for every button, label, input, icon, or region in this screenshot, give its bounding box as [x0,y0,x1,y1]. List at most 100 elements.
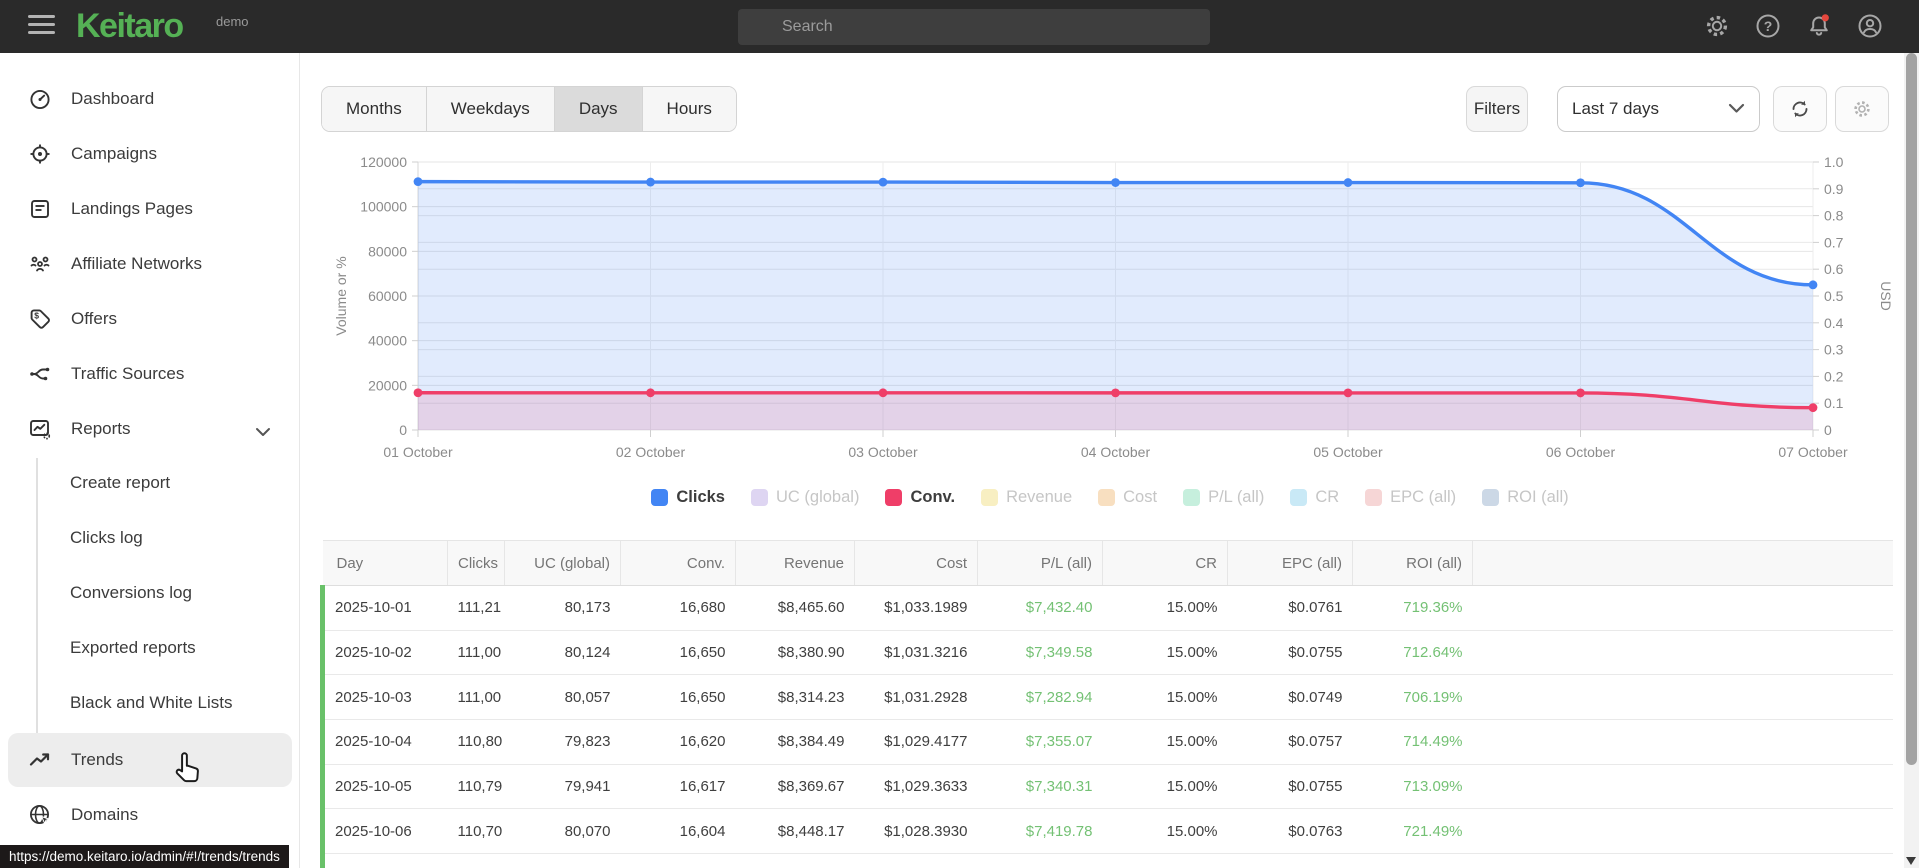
legend-item[interactable]: Clicks [651,488,725,507]
column-header[interactable]: P/L (all) [977,540,1103,586]
column-header[interactable]: UC (global) [504,540,621,586]
search-input[interactable] [738,9,1210,45]
legend-label: Clicks [676,488,725,506]
table-body: 2025-10-01 111,21 80,173 16,680 $8,465.60 $1,… [320,585,1893,868]
sidebar-item-traffic-sources[interactable]: Traffic Sources [0,347,300,401]
environment-label: demo [216,14,249,29]
table-row[interactable]: 2025-10-06 110,70 80,070 16,604 $8,448.17 $1,… [320,808,1893,855]
table-header: Day Clicks UC (global) Conv. Revenue Cost P/L … [322,540,1893,586]
table-cell: $8,380.90 [735,630,855,676]
svg-text:100000: 100000 [360,199,407,215]
legend-item[interactable]: CR [1290,488,1339,507]
table-row[interactable]: 2025-10-02 111,00 80,124 16,650 $8,380.90 $1,… [320,630,1893,676]
tab-days[interactable]: Days [554,87,643,131]
table-row[interactable]: 2025-10-01 111,21 80,173 16,680 $8,465.60 $1,… [320,585,1893,631]
table-cell: $8,465.60 [735,585,855,631]
scroll-corner-marker [1906,857,1916,865]
svg-text:0.7: 0.7 [1824,234,1844,250]
svg-text:60000: 60000 [368,288,407,304]
scrollbar-thumb[interactable] [1906,53,1917,765]
tab-weekdays[interactable]: Weekdays [426,87,555,131]
table-cell: 16,680 [620,585,736,631]
legend-item[interactable]: Revenue [981,488,1072,507]
legend-swatch [751,489,768,506]
column-header[interactable]: CR [1102,540,1228,586]
svg-text:03 October: 03 October [848,444,918,460]
sidebar-item-label: Reports [71,419,131,438]
column-header[interactable]: Cost [854,540,978,586]
legend-item[interactable]: Cost [1098,488,1157,507]
svg-text:Volume or %: Volume or % [333,256,349,335]
chart-settings-button[interactable] [1835,86,1889,132]
sidebar-item-offers[interactable]: $ Offers [0,292,300,346]
column-header[interactable]: Conv. [620,540,736,586]
table-cell: 16,617 [620,764,736,810]
help-icon[interactable]: ? [1755,13,1781,39]
legend-item[interactable]: EPC (all) [1365,488,1456,507]
link-preview-statusbar: https://demo.keitaro.io/admin/#!/trends/… [0,845,289,868]
tab-months[interactable]: Months [322,87,427,131]
legend-swatch [1183,489,1201,506]
legend-label: CR [1315,488,1340,506]
chevron-down-icon [1728,99,1745,119]
sidebar-subitem-create-report[interactable]: Create report [70,471,170,495]
table-cell: 55,24 [447,853,505,868]
legend-item[interactable]: Conv. [885,488,955,507]
sidebar-item-domains[interactable]: Domains [0,788,300,842]
trends-icon [29,753,50,766]
campaigns-target-icon [30,144,50,164]
column-header[interactable]: ROI (all) [1352,540,1473,586]
table-row[interactable]: 2025-10-03 111,00 80,057 16,650 $8,314.23 $1,… [320,674,1893,721]
sidebar-subitem-black-and-white-lists[interactable]: Black and White Lists [70,691,233,715]
sidebar-subitem-exported-reports[interactable]: Exported reports [70,636,196,660]
column-header[interactable]: Clicks [447,540,505,586]
sidebar-subitem-clicks-log[interactable]: Clicks log [70,526,143,550]
table-cell: 16,650 [620,630,736,676]
column-header[interactable]: EPC (all) [1227,540,1353,586]
sidebar-subitem-conversions-log[interactable]: Conversions log [70,581,192,605]
menu-toggle-icon[interactable] [28,15,58,38]
date-range-select[interactable]: Last 7 days [1557,86,1760,132]
table-cell: 79,823 [504,719,621,765]
refresh-icon [1792,100,1808,118]
table-cell: $7,432.40 [977,585,1103,631]
table-row[interactable]: 2025-10-05 110,79 79,941 16,617 $8,369.67 $1,… [320,764,1893,810]
table-cell: $8,314.23 [735,674,855,721]
column-header[interactable]: Day [322,540,448,586]
svg-text:0.6: 0.6 [1824,261,1844,277]
sidebar-item-landings-pages[interactable]: Landings Pages [0,182,300,236]
svg-text:120000: 120000 [360,154,407,170]
table-cell: 712.64% [1352,630,1473,676]
offers-tag-icon: $ [30,309,50,329]
table-cell: 110,70 [447,808,505,855]
sidebar-item-dashboard[interactable]: Dashboard [0,72,300,126]
table-cell: $0.0755 [1227,764,1353,810]
table-cell: 721.49% [1352,808,1473,855]
sidebar-item-affiliate-networks[interactable]: Affiliate Networks [0,237,300,291]
legend-swatch [1098,489,1116,506]
table-cell: $1,029.4177 [854,719,978,765]
table-cell: $8,369.67 [735,764,855,810]
table-cell: $1,028.3930 [854,808,978,855]
chevron-down-icon[interactable] [255,424,271,442]
legend-item[interactable]: UC (global) [751,488,859,507]
table-cell: 111,21 [447,585,505,631]
tab-hours[interactable]: Hours [642,87,736,131]
notifications-bell-icon[interactable] [1806,13,1832,39]
table-cell: 8,286 [620,853,736,868]
legend-item[interactable]: P/L (all) [1183,488,1264,507]
domains-globe-icon [29,804,51,825]
table-cell: 706.19% [1352,674,1473,721]
table-cell: 80,124 [504,630,621,676]
refresh-button[interactable] [1773,86,1827,132]
column-header[interactable]: Revenue [735,540,855,586]
table-row[interactable]: 2025-10-0755,2444,4778,286$4,093.94$517.… [320,853,1893,868]
table-row[interactable]: 2025-10-04 110,80 79,823 16,620 $8,384.49 $1,… [320,719,1893,765]
user-account-icon[interactable] [1857,13,1883,39]
svg-text:06 October: 06 October [1546,444,1616,460]
settings-gear-icon[interactable] [1704,13,1730,39]
sidebar-item-trends[interactable]: Trends [0,733,300,787]
legend-item[interactable]: ROI (all) [1482,488,1569,507]
filters-button[interactable]: Filters [1466,86,1528,132]
sidebar-item-campaigns[interactable]: Campaigns [0,127,300,181]
